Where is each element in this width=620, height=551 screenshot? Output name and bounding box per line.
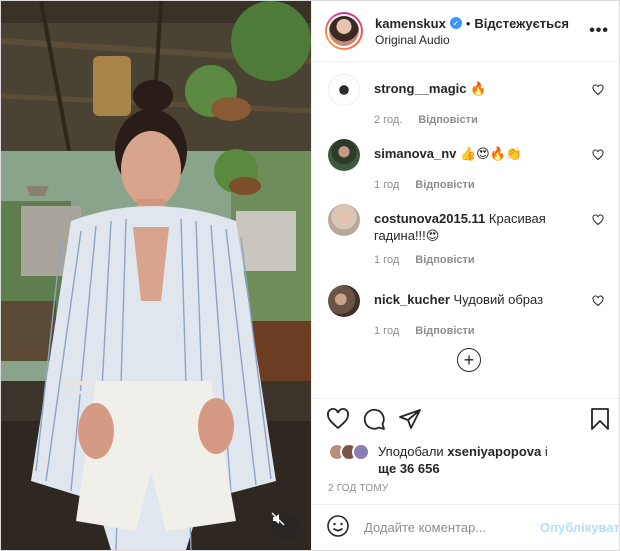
share-plane-icon[interactable] (398, 407, 422, 434)
comment-item: strong__magic 🔥 2 год. Відповісти (328, 74, 604, 126)
commenter-username[interactable]: strong__magic (374, 81, 466, 96)
author-avatar[interactable] (325, 12, 363, 50)
commenter-avatar[interactable] (328, 74, 360, 106)
video-frame-illustration (1, 1, 311, 550)
likes-summary: Уподобали xseniyapopova і ще 36 656 (328, 443, 548, 477)
comment-text: 🔥 (470, 81, 487, 96)
commenter-username[interactable]: simanova_nv (374, 146, 456, 161)
comment-time[interactable]: 1 год (374, 325, 399, 337)
comment-item: simanova_nv 👍😍🔥👏 1 год Відповісти (328, 139, 604, 191)
emoji-smiley-icon[interactable] (326, 514, 350, 541)
following-button[interactable]: Відстежується (474, 16, 569, 31)
reply-button[interactable]: Відповісти (415, 325, 474, 337)
like-heart-icon[interactable] (326, 407, 350, 434)
comment-bubble-icon[interactable] (362, 407, 386, 434)
like-comment-heart-icon[interactable] (592, 84, 604, 99)
more-options-icon[interactable]: ••• (589, 22, 609, 40)
like-comment-heart-icon[interactable] (592, 214, 604, 229)
comments-list: strong__magic 🔥 2 год. Відповісти simanov… (312, 62, 619, 398)
comment-text: Чудовий образ (453, 292, 544, 307)
post-window: kamenskux ✓ • Відстежується Original Aud… (0, 0, 620, 551)
comment-input[interactable] (364, 520, 540, 535)
speaker-muted-icon (271, 512, 285, 526)
comment-time[interactable]: 1 год (374, 254, 399, 266)
comment-time[interactable]: 2 год. (374, 114, 402, 126)
mute-button[interactable] (271, 512, 299, 540)
comment-item: nick_kucher Чудовий образ 1 год Відповіст… (328, 285, 604, 337)
commenter-username[interactable]: nick_kucher (374, 292, 450, 307)
like-comment-heart-icon[interactable] (592, 295, 604, 310)
author-info: kamenskux ✓ • Відстежується Original Aud… (375, 16, 589, 47)
action-icons-row (326, 407, 611, 434)
commenter-avatar[interactable] (328, 204, 360, 236)
likers-avatars[interactable] (328, 443, 370, 461)
likes-prefix: Уподобали (378, 444, 448, 459)
load-more-comments-button[interactable]: + (457, 348, 481, 372)
likes-more-prefix: ще (378, 461, 400, 476)
comment-text: 👍😍🔥👏 (460, 146, 523, 161)
comment-item: costunova2015.11 Красивая гадина!!!😍 1 г… (328, 204, 604, 266)
audio-label[interactable]: Original Audio (375, 33, 589, 47)
post-header: kamenskux ✓ • Відстежується Original Aud… (312, 1, 619, 62)
author-username[interactable]: kamenskux (375, 16, 446, 31)
add-comment-bar: Опублікувати (312, 504, 620, 550)
like-comment-heart-icon[interactable] (592, 149, 604, 164)
post-timestamp[interactable]: 2 ГОД ТОМУ (328, 483, 388, 494)
post-side-panel: kamenskux ✓ • Відстежується Original Aud… (311, 1, 620, 550)
likes-suffix: і (541, 444, 548, 459)
commenter-avatar[interactable] (328, 139, 360, 171)
commenter-avatar[interactable] (328, 285, 360, 317)
header-separator: • (465, 15, 471, 31)
reply-button[interactable]: Відповісти (415, 179, 474, 191)
verified-badge-icon: ✓ (449, 17, 462, 29)
post-actions: Уподобали xseniyapopova і ще 36 656 2 ГО… (312, 398, 620, 550)
likes-count: 36 656 (399, 461, 440, 476)
reply-button[interactable]: Відповісти (418, 114, 477, 126)
publish-button[interactable]: Опублікувати (540, 520, 620, 535)
save-bookmark-icon[interactable] (589, 407, 611, 434)
reply-button[interactable]: Відповісти (415, 254, 474, 266)
liker-username[interactable]: xseniyapopova (447, 444, 541, 459)
post-video[interactable] (1, 1, 311, 550)
likes-more[interactable]: ще 36 656 (378, 461, 440, 476)
commenter-username[interactable]: costunova2015.11 (374, 211, 485, 226)
comment-time[interactable]: 1 год (374, 179, 399, 191)
